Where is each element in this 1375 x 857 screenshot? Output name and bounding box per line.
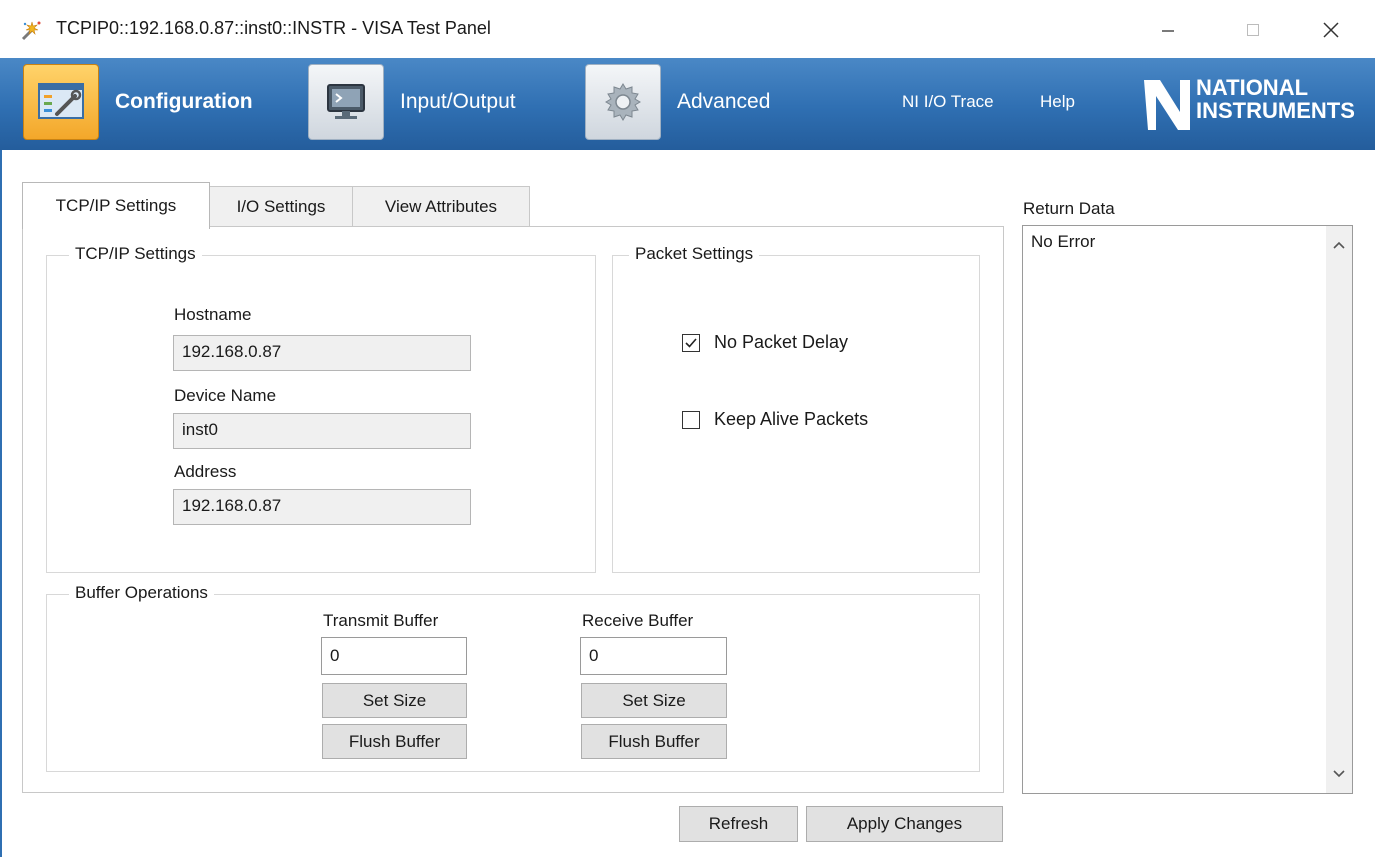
configuration-label: Configuration: [115, 90, 253, 113]
packet-group-title: Packet Settings: [629, 244, 760, 264]
buffer-group-title: Buffer Operations: [69, 583, 214, 603]
packet-settings-group: Packet Settings No Packet Delay Keep Ali…: [612, 244, 980, 573]
return-data-label: Return Data: [1023, 199, 1115, 218]
return-data-text: No Error: [1031, 232, 1096, 251]
advanced-button[interactable]: Advanced: [585, 62, 770, 142]
help-link[interactable]: Help: [1040, 92, 1075, 112]
configuration-button[interactable]: Configuration: [23, 62, 253, 142]
checkbox-unchecked-icon: [682, 410, 700, 429]
logo-line-2: INSTRUMENTS: [1196, 98, 1355, 123]
scroll-up-icon[interactable]: [1326, 232, 1352, 258]
minimize-button[interactable]: [1145, 10, 1191, 50]
ni-io-trace-link[interactable]: NI I/O Trace: [902, 92, 994, 112]
transmit-set-size-button[interactable]: Set Size: [322, 683, 467, 718]
device-name-field[interactable]: inst0: [173, 413, 471, 449]
no-packet-delay-label: No Packet Delay: [714, 332, 849, 352]
input-output-button[interactable]: Input/Output: [308, 62, 516, 142]
receive-set-size-button[interactable]: Set Size: [581, 683, 727, 718]
configuration-icon: [23, 64, 99, 140]
tab-view-attributes[interactable]: View Attributes: [352, 186, 530, 227]
input-output-label: Input/Output: [400, 90, 516, 113]
hostname-field[interactable]: 192.168.0.87: [173, 335, 471, 371]
transmit-buffer-label: Transmit Buffer: [323, 611, 439, 630]
logo-line-1: NATIONAL: [1196, 75, 1309, 100]
address-label: Address: [174, 462, 237, 481]
gear-icon: [585, 64, 661, 140]
no-packet-delay-checkbox[interactable]: No Packet Delay: [682, 332, 848, 353]
maximize-button[interactable]: [1230, 10, 1276, 50]
window-left-border: [0, 150, 2, 857]
checkbox-checked-icon: [682, 333, 700, 352]
receive-flush-buffer-button[interactable]: Flush Buffer: [581, 724, 727, 759]
keep-alive-packets-label: Keep Alive Packets: [714, 409, 869, 429]
keep-alive-packets-checkbox[interactable]: Keep Alive Packets: [682, 409, 868, 430]
return-data-scrollbar[interactable]: [1326, 226, 1352, 793]
national-instruments-logo: NATIONAL INSTRUMENTS: [1140, 72, 1368, 136]
receive-buffer-label: Receive Buffer: [582, 611, 694, 630]
transmit-flush-buffer-button[interactable]: Flush Buffer: [322, 724, 467, 759]
visa-app-icon: [20, 18, 44, 42]
return-data-box[interactable]: No Error: [1022, 225, 1353, 794]
hostname-label: Hostname: [174, 305, 252, 324]
device-name-label: Device Name: [174, 386, 277, 405]
refresh-button[interactable]: Refresh: [679, 806, 798, 842]
transmit-buffer-input[interactable]: 0: [321, 637, 467, 675]
tab-panel: TCP/IP Settings Hostname 192.168.0.87 De…: [22, 226, 1004, 793]
tab-tcpip-settings[interactable]: TCP/IP Settings: [22, 182, 210, 229]
close-button[interactable]: [1308, 10, 1354, 50]
scroll-down-icon[interactable]: [1326, 761, 1352, 787]
title-bar: TCPIP0::192.168.0.87::inst0::INSTR - VIS…: [0, 0, 1375, 58]
window-title: TCPIP0::192.168.0.87::inst0::INSTR - VIS…: [56, 18, 491, 38]
advanced-label: Advanced: [677, 90, 771, 113]
monitor-icon: [308, 64, 384, 140]
receive-buffer-input[interactable]: 0: [580, 637, 727, 675]
main-toolbar: Configuration Input/Output Advanced NI I…: [0, 58, 1375, 150]
apply-changes-button[interactable]: Apply Changes: [806, 806, 1003, 842]
tcpip-settings-group: TCP/IP Settings Hostname 192.168.0.87 De…: [46, 244, 596, 573]
buffer-operations-group: Buffer Operations Transmit Buffer 0 Set …: [46, 583, 980, 772]
tcpip-group-title: TCP/IP Settings: [69, 244, 202, 264]
tab-io-settings[interactable]: I/O Settings: [209, 186, 353, 227]
address-field[interactable]: 192.168.0.87: [173, 489, 471, 525]
